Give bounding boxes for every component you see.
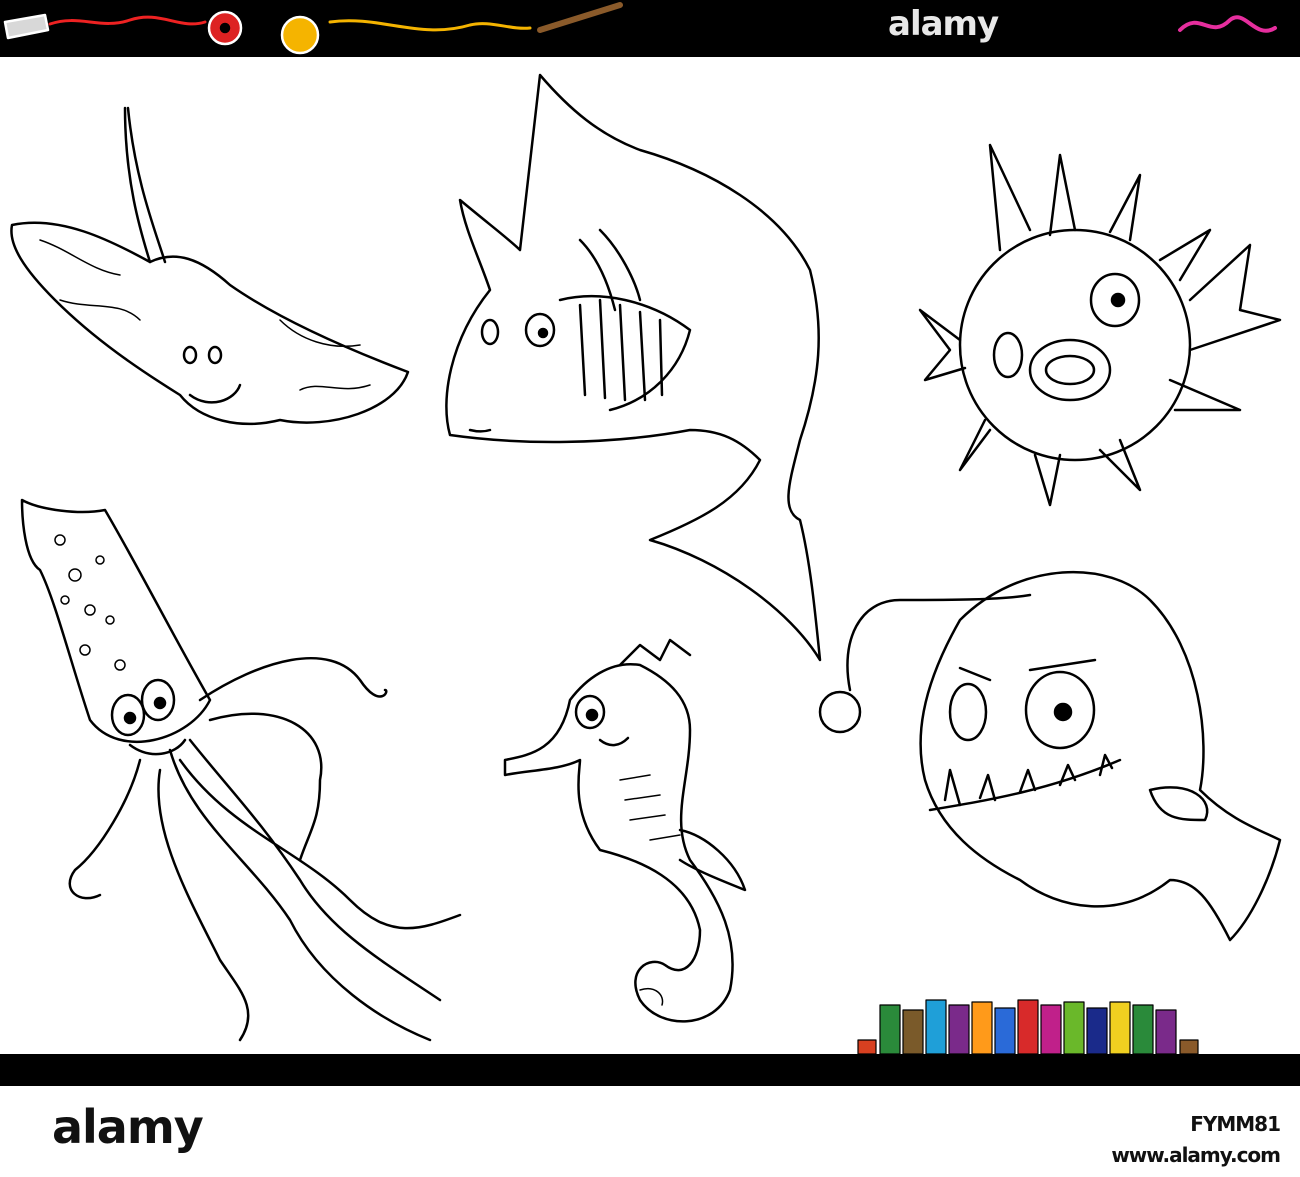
- squid-illustration: [20, 498, 462, 1042]
- colored-pencils-illustration: [857, 999, 1199, 1055]
- anglerfish-illustration: [818, 570, 1282, 942]
- pufferfish-illustration: [918, 143, 1282, 507]
- seahorse-illustration: [503, 638, 747, 1023]
- stingray-illustration: [10, 106, 410, 426]
- header-doodles: [3, 2, 1277, 55]
- illustration-svg: [3, 2, 1282, 1055]
- shark-illustration: [445, 73, 822, 662]
